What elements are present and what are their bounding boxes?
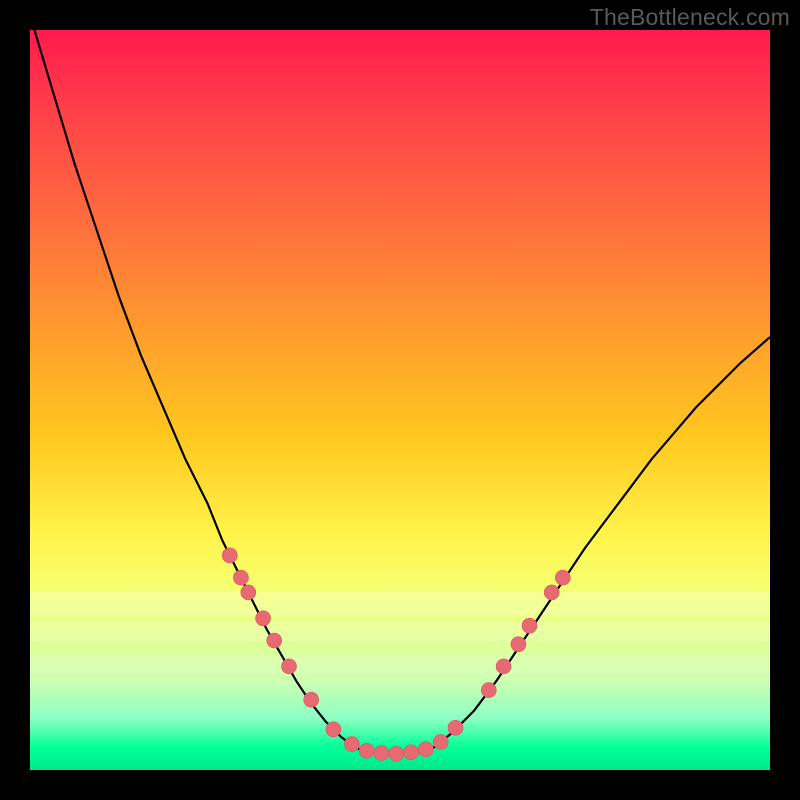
- bead-marker: [433, 734, 448, 749]
- bead-marker: [374, 745, 389, 760]
- bead-marker: [344, 737, 359, 752]
- bead-marker: [448, 720, 463, 735]
- watermark-text: TheBottleneck.com: [590, 4, 790, 31]
- bead-marker: [256, 611, 271, 626]
- bottleneck-curve: [30, 30, 770, 754]
- bead-marker: [359, 743, 374, 758]
- bead-marker: [282, 659, 297, 674]
- bead-marker: [241, 585, 256, 600]
- bead-marker: [522, 618, 537, 633]
- bead-marker: [233, 570, 248, 585]
- plot-area: [30, 30, 770, 770]
- chart-frame: TheBottleneck.com: [0, 0, 800, 800]
- bead-marker: [404, 745, 419, 760]
- bead-marker: [418, 742, 433, 757]
- bead-marker: [511, 637, 526, 652]
- bead-marker: [267, 633, 282, 648]
- bead-marker: [304, 692, 319, 707]
- bead-marker: [555, 570, 570, 585]
- bead-marker: [496, 659, 511, 674]
- bead-marker: [389, 746, 404, 761]
- bead-marker: [326, 722, 341, 737]
- chart-svg: [30, 30, 770, 770]
- bead-marker: [481, 683, 496, 698]
- bead-marker: [222, 548, 237, 563]
- bead-marker: [544, 585, 559, 600]
- bead-markers: [222, 548, 570, 761]
